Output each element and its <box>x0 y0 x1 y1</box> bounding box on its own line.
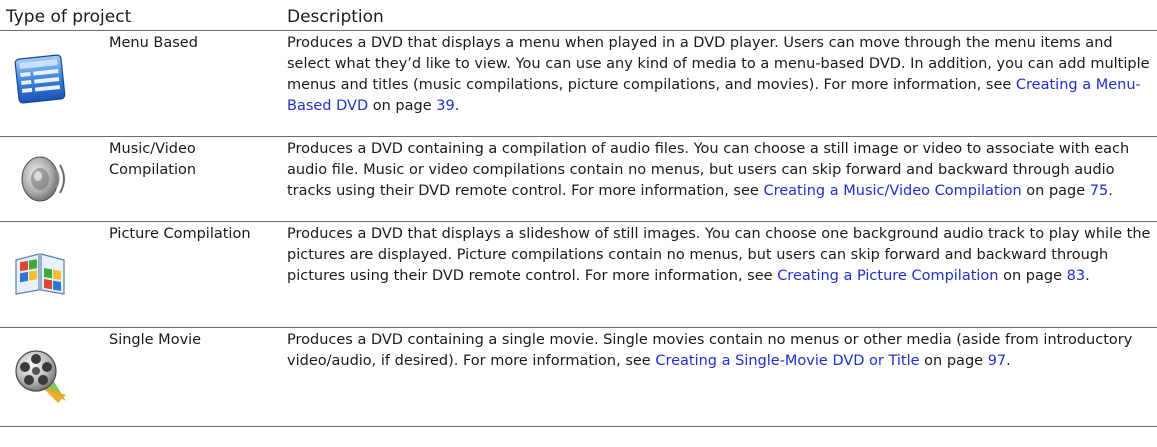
project-description: Produces a DVD that displays a menu when… <box>287 33 1152 117</box>
project-types-table: Type of project Description Menu Based P… <box>0 0 1157 427</box>
on-page-text: on page <box>1021 183 1090 199</box>
project-type-label: Music/Video Compilation <box>109 141 197 178</box>
project-description: Produces a DVD containing a compilation … <box>287 139 1152 202</box>
page-link-75[interactable]: 75 <box>1090 183 1108 199</box>
table-row: Music/Video Compilation Produces a DVD c… <box>0 136 1157 221</box>
picture-book-icon <box>10 242 70 302</box>
link-creating-music-video-compilation[interactable]: Creating a Music/Video Compilation <box>763 183 1021 199</box>
link-creating-picture-compilation[interactable]: Creating a Picture Compilation <box>777 268 998 284</box>
header-type-of-project: Type of project <box>6 7 132 27</box>
project-type-label: Picture Compilation <box>109 226 251 242</box>
on-page-text: on page <box>998 268 1067 284</box>
table-row: Single Movie Produces a DVD containing a… <box>0 327 1157 427</box>
table-row: Picture Compilation Produces a DVD that … <box>0 221 1157 327</box>
on-page-text: on page <box>919 353 988 369</box>
period: . <box>1085 268 1090 284</box>
period: . <box>454 98 460 114</box>
menu-list-icon <box>10 49 70 109</box>
project-description: Produces a DVD that displays a slideshow… <box>287 224 1152 287</box>
period: . <box>1108 183 1113 199</box>
film-reel-icon <box>10 345 70 405</box>
table-header: Type of project Description <box>0 0 1157 30</box>
project-type-label: Single Movie <box>109 332 202 348</box>
speaker-icon <box>10 147 70 207</box>
table-row: Menu Based Produces a DVD that displays … <box>0 30 1157 136</box>
page-link-97[interactable]: 97 <box>988 353 1006 369</box>
page-link-39[interactable]: 39 <box>436 98 454 114</box>
link-creating-single-movie-dvd[interactable]: Creating a Single-Movie DVD or Title <box>655 353 919 369</box>
project-description: Produces a DVD containing a single movie… <box>287 330 1152 372</box>
page-link-83[interactable]: 83 <box>1067 268 1085 284</box>
project-type-label: Menu Based <box>109 35 198 51</box>
header-description: Description <box>287 7 384 27</box>
period: . <box>1006 353 1011 369</box>
on-page-text: on page <box>368 98 437 114</box>
